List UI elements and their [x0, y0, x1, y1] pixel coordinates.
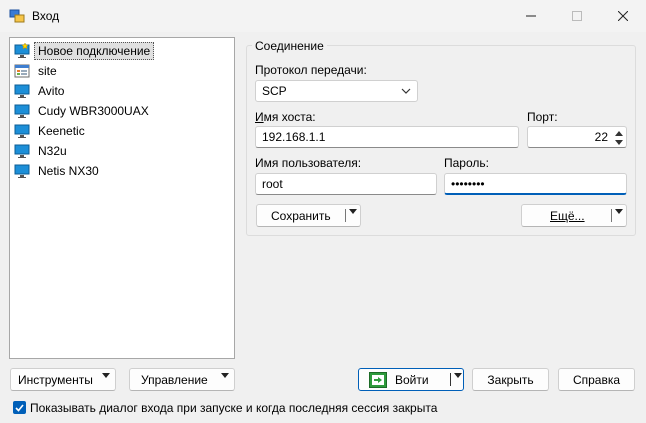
host-input[interactable]: 192.168.1.1	[255, 126, 519, 148]
chevron-down-icon	[102, 373, 110, 392]
session-tree[interactable]: Новое подключение site Avito Cudy WBR300…	[9, 37, 235, 359]
monitor-icon	[14, 83, 30, 99]
save-button-label: Сохранить	[271, 208, 331, 223]
more-split-divider	[611, 209, 612, 222]
login-button-label: Войти	[395, 372, 429, 387]
login-split-divider	[450, 373, 451, 386]
session-item-site[interactable]: site	[14, 61, 57, 80]
session-item-n32u[interactable]: N32u	[14, 141, 67, 160]
session-item-label: Cudy WBR3000UAX	[38, 103, 149, 118]
save-dropdown-arrow-icon[interactable]	[349, 209, 357, 228]
tools-button-label: Инструменты	[18, 372, 93, 387]
save-split-divider	[345, 209, 346, 222]
host-value: 192.168.1.1	[262, 130, 326, 144]
password-input[interactable]: ••••••••	[444, 173, 627, 195]
monitor-icon	[14, 103, 30, 119]
session-item-label: Keenetic	[38, 123, 85, 138]
session-item-label: Avito	[38, 83, 65, 98]
password-value: ••••••••	[451, 176, 485, 191]
help-button-label: Справка	[572, 372, 621, 387]
protocol-value: SCP	[262, 84, 287, 98]
maximize-icon	[572, 11, 582, 21]
winscp-app-icon	[9, 8, 25, 24]
help-button[interactable]: Справка	[558, 368, 635, 391]
close-button[interactable]: Закрыть	[472, 368, 549, 391]
more-dropdown-arrow-icon[interactable]	[615, 209, 623, 228]
username-value: root	[262, 177, 283, 191]
session-item-label: N32u	[38, 143, 67, 158]
login-button[interactable]: Войти	[358, 368, 464, 392]
session-item-new[interactable]: Новое подключение	[14, 41, 155, 60]
site-folder-icon	[14, 63, 30, 79]
protocol-select[interactable]: SCP	[255, 80, 418, 102]
chevron-down-icon	[221, 373, 229, 392]
session-item-netis[interactable]: Netis NX30	[14, 161, 99, 180]
port-input[interactable]: 22	[527, 126, 627, 148]
more-button[interactable]: Ещё...	[521, 204, 627, 228]
close-icon	[618, 11, 628, 21]
manage-button[interactable]: Управление	[129, 368, 235, 392]
protocol-label: Протокол передачи:	[255, 63, 367, 77]
window-title: Вход	[32, 9, 60, 23]
monitor-icon	[14, 163, 30, 179]
session-item-label: site	[38, 63, 57, 78]
show-dialog-checkbox[interactable]	[13, 401, 26, 414]
monitor-icon	[14, 123, 30, 139]
host-label-text: мя хоста:	[263, 110, 316, 124]
user-label: Имя пользователя:	[255, 156, 362, 170]
login-icon	[369, 371, 387, 388]
port-down-icon[interactable]	[614, 137, 624, 147]
chevron-down-icon	[401, 88, 411, 94]
login-dropdown-arrow-icon[interactable]	[454, 373, 462, 392]
port-label: Порт:	[527, 110, 558, 124]
new-site-icon	[14, 41, 30, 59]
session-item-label: Новое подключение	[34, 41, 155, 60]
port-value: 22	[594, 130, 608, 144]
session-item-avito[interactable]: Avito	[14, 81, 64, 100]
maximize-button[interactable]	[554, 0, 600, 32]
session-item-cudy[interactable]: Cudy WBR3000UAX	[14, 101, 149, 120]
monitor-icon	[14, 143, 30, 159]
checkmark-icon	[15, 403, 24, 412]
minimize-button[interactable]	[508, 0, 554, 32]
close-window-button[interactable]	[600, 0, 646, 32]
session-item-label: Netis NX30	[38, 163, 99, 178]
show-dialog-label[interactable]: Показывать диалог входа при запуске и ко…	[30, 401, 437, 415]
username-input[interactable]: root	[255, 173, 437, 195]
connection-group-title: Соединение	[252, 39, 327, 53]
session-item-keenetic[interactable]: Keenetic	[14, 121, 85, 140]
minimize-icon	[526, 15, 536, 17]
save-button[interactable]: Сохранить	[256, 204, 361, 228]
tools-button[interactable]: Инструменты	[10, 368, 116, 392]
password-label: Пароль:	[444, 156, 489, 170]
manage-button-label: Управление	[141, 372, 208, 387]
close-button-label: Закрыть	[487, 372, 534, 387]
more-button-label: Ещё...	[550, 208, 585, 223]
host-label: Имя хоста:	[255, 110, 316, 124]
